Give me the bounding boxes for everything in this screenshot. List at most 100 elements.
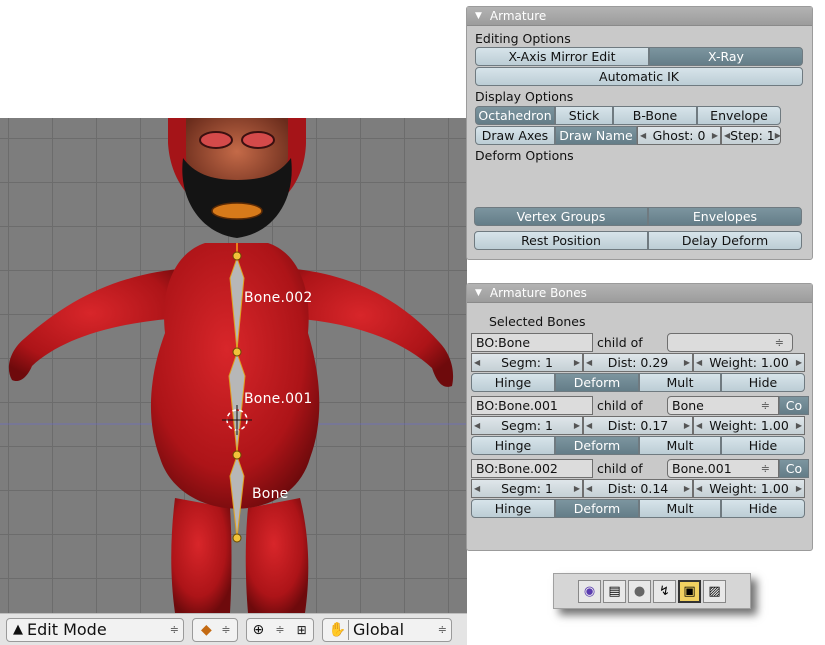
parent-select[interactable]: Bone.001 ≑ bbox=[667, 459, 779, 478]
x-ray-button[interactable]: X-Ray bbox=[649, 47, 803, 66]
x-axis-mirror-edit-button[interactable]: X-Axis Mirror Edit bbox=[475, 47, 649, 66]
pivot-select[interactable]: ⊕ ≑ ⊞ bbox=[246, 617, 314, 642]
vertex-groups-button[interactable]: Vertex Groups bbox=[474, 207, 648, 226]
stick-button[interactable]: Stick bbox=[555, 106, 613, 125]
hinge-button[interactable]: Hinge bbox=[471, 436, 555, 455]
weight-field[interactable]: ◀ Weight: 1.00 ▶ bbox=[693, 479, 805, 498]
dropdown-arrow-icon: ≑ bbox=[275, 623, 285, 636]
decrement-arrow-icon[interactable]: ◀ bbox=[474, 484, 480, 493]
dist-field[interactable]: ◀ Dist: 0.29 ▶ bbox=[583, 353, 693, 372]
increment-arrow-icon[interactable]: ▶ bbox=[574, 484, 580, 493]
increment-arrow-icon[interactable]: ▶ bbox=[684, 358, 690, 367]
decrement-arrow-icon[interactable]: ◀ bbox=[696, 358, 702, 367]
connected-button[interactable]: Co bbox=[779, 396, 809, 415]
envelope-button[interactable]: Envelope bbox=[697, 106, 781, 125]
deform-button[interactable]: Deform bbox=[555, 499, 639, 518]
hide-button[interactable]: Hide bbox=[721, 499, 805, 518]
hinge-button[interactable]: Hinge bbox=[471, 373, 555, 392]
mult-button[interactable]: Mult bbox=[639, 436, 721, 455]
weight-field[interactable]: ◀ Weight: 1.00 ▶ bbox=[693, 353, 805, 372]
decrement-arrow-icon[interactable]: ◀ bbox=[586, 484, 592, 493]
armature-bones-panel-header[interactable]: ▼ Armature Bones bbox=[467, 284, 812, 303]
bone-flags-row: Hinge Deform Mult Hide bbox=[471, 499, 805, 518]
child-of-label: child of bbox=[597, 335, 643, 350]
octahedron-button[interactable]: Octahedron bbox=[475, 106, 555, 125]
transform-orientation-select[interactable]: ✋ Global ≑ bbox=[322, 617, 452, 642]
bone-name-field[interactable]: BO:Bone.002 bbox=[471, 459, 593, 478]
segm-field[interactable]: ◀ Segm: 1 ▶ bbox=[471, 353, 583, 372]
mult-button[interactable]: Mult bbox=[639, 499, 721, 518]
logic-icon[interactable]: ◉ bbox=[578, 579, 601, 603]
parent-select[interactable]: ≑ bbox=[667, 333, 793, 352]
bone-flags-row: Hinge Deform Mult Hide bbox=[471, 436, 805, 455]
armature-bones-panel: ▼ Armature Bones Selected Bones BO:Bone … bbox=[466, 283, 813, 551]
increment-arrow-icon[interactable]: ▶ bbox=[796, 484, 802, 493]
deform-button[interactable]: Deform bbox=[555, 373, 639, 392]
bone-name-field[interactable]: BO:Bone bbox=[471, 333, 593, 352]
envelopes-button[interactable]: Envelopes bbox=[648, 207, 802, 226]
armature-panel-header[interactable]: ▼ Armature bbox=[467, 7, 812, 26]
connected-button[interactable]: Co bbox=[779, 459, 809, 478]
editing-options-row-2: Automatic IK bbox=[475, 67, 803, 86]
decrement-arrow-icon[interactable]: ◀ bbox=[474, 421, 480, 430]
mult-button[interactable]: Mult bbox=[639, 373, 721, 392]
parent-select-value: Bone bbox=[672, 398, 704, 413]
weight-value: Weight: 1.00 bbox=[709, 355, 789, 370]
draw-axes-button[interactable]: Draw Axes bbox=[475, 126, 555, 145]
editing-options-label: Editing Options bbox=[475, 31, 571, 46]
editing-icon[interactable]: ▣ bbox=[678, 579, 701, 603]
increment-arrow-icon[interactable]: ▶ bbox=[684, 484, 690, 493]
3d-viewport[interactable]: Bone.002 Bone.001 Bone bbox=[0, 118, 467, 613]
draw-type-select[interactable]: ◆ ≑ bbox=[192, 617, 238, 642]
scene-icon[interactable]: ▨ bbox=[703, 579, 726, 603]
decrement-arrow-icon[interactable]: ◀ bbox=[474, 358, 480, 367]
collapse-triangle-icon[interactable]: ▼ bbox=[475, 11, 482, 21]
pivot-crosshair-icon: ⊕ bbox=[252, 621, 265, 638]
bone-label-bone-002: Bone.002 bbox=[244, 290, 313, 306]
decrement-arrow-icon[interactable]: ◀ bbox=[696, 421, 702, 430]
increment-arrow-icon[interactable]: ▶ bbox=[574, 421, 580, 430]
deform-options-label: Deform Options bbox=[475, 148, 574, 163]
step-field[interactable]: ◀ Step: 1 ▶ bbox=[721, 126, 781, 145]
decrement-arrow-icon[interactable]: ◀ bbox=[696, 484, 702, 493]
deform-button[interactable]: Deform bbox=[555, 436, 639, 455]
ghost-field[interactable]: ◀ Ghost: 0 ▶ bbox=[637, 126, 721, 145]
shading-sphere-icon[interactable]: ● bbox=[628, 579, 651, 603]
decrement-arrow-icon[interactable]: ◀ bbox=[586, 358, 592, 367]
dist-field[interactable]: ◀ Dist: 0.14 ▶ bbox=[583, 479, 693, 498]
bone-label-bone-001: Bone.001 bbox=[244, 391, 313, 407]
decrement-arrow-icon[interactable]: ◀ bbox=[586, 421, 592, 430]
weight-field[interactable]: ◀ Weight: 1.00 ▶ bbox=[693, 416, 805, 435]
hinge-button[interactable]: Hinge bbox=[471, 499, 555, 518]
parent-select[interactable]: Bone ≑ bbox=[667, 396, 779, 415]
increment-arrow-icon[interactable]: ▶ bbox=[712, 131, 718, 140]
segm-field[interactable]: ◀ Segm: 1 ▶ bbox=[471, 416, 583, 435]
dropdown-arrow-icon: ≑ bbox=[774, 336, 784, 349]
transform-manipulator-icon[interactable]: ✋ bbox=[327, 619, 349, 640]
collapse-triangle-icon[interactable]: ▼ bbox=[475, 288, 482, 298]
hide-button[interactable]: Hide bbox=[721, 436, 805, 455]
automatic-ik-button[interactable]: Automatic IK bbox=[475, 67, 803, 86]
rest-position-button[interactable]: Rest Position bbox=[474, 231, 648, 250]
increment-arrow-icon[interactable]: ▶ bbox=[796, 421, 802, 430]
increment-arrow-icon[interactable]: ▶ bbox=[684, 421, 690, 430]
viewport-header-bar: ▲ Edit Mode ≑ ◆ ≑ ⊕ ≑ ⊞ ✋ Global ≑ bbox=[0, 613, 467, 645]
bone-params-row: ◀ Segm: 1 ▶ ◀ Dist: 0.17 ▶ ◀ Weight: 1.0… bbox=[471, 416, 805, 435]
object-icon[interactable]: ↯ bbox=[653, 579, 676, 603]
bone-name-field[interactable]: BO:Bone.001 bbox=[471, 396, 593, 415]
increment-arrow-icon[interactable]: ▶ bbox=[775, 131, 780, 140]
increment-arrow-icon[interactable]: ▶ bbox=[796, 358, 802, 367]
grid-snap-icon[interactable]: ⊞ bbox=[291, 620, 313, 640]
deform-options-row-1: Vertex Groups Envelopes bbox=[474, 207, 802, 226]
parent-select-value: Bone.001 bbox=[672, 461, 732, 476]
hide-button[interactable]: Hide bbox=[721, 373, 805, 392]
increment-arrow-icon[interactable]: ▶ bbox=[574, 358, 580, 367]
delay-deform-button[interactable]: Delay Deform bbox=[648, 231, 802, 250]
dist-field[interactable]: ◀ Dist: 0.17 ▶ bbox=[583, 416, 693, 435]
script-icon[interactable]: ▤ bbox=[603, 579, 626, 603]
segm-field[interactable]: ◀ Segm: 1 ▶ bbox=[471, 479, 583, 498]
draw-name-button[interactable]: Draw Name bbox=[555, 126, 637, 145]
mode-select[interactable]: ▲ Edit Mode ≑ bbox=[6, 617, 184, 642]
decrement-arrow-icon[interactable]: ◀ bbox=[640, 131, 646, 140]
b-bone-button[interactable]: B-Bone bbox=[613, 106, 697, 125]
